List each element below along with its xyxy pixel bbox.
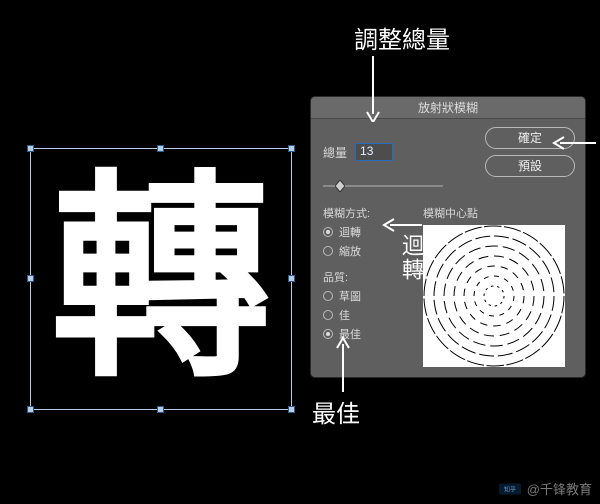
transform-handle-bottom-right[interactable] <box>288 406 295 413</box>
method-zoom-label: 縮放 <box>339 243 361 259</box>
canvas-selection[interactable]: 轉 <box>38 156 284 402</box>
transform-handle-top-left[interactable] <box>27 145 34 152</box>
annotation-adjust-amount: 調整總量 <box>354 20 450 55</box>
annotation-spin-method: 迴轉 <box>395 234 427 282</box>
transform-handle-mid-right[interactable] <box>288 275 295 282</box>
annotation-best-quality: 最佳 <box>312 394 360 429</box>
quality-draft-radio[interactable]: 草圖 <box>323 288 415 304</box>
watermark-author: @千锋教育 <box>527 479 592 498</box>
transform-handle-top-mid[interactable] <box>157 145 164 152</box>
transform-handle-bottom-mid[interactable] <box>157 406 164 413</box>
radio-icon <box>323 291 333 301</box>
quality-good-label: 佳 <box>339 307 350 323</box>
transform-handle-bottom-left[interactable] <box>27 406 34 413</box>
amount-label: 總量 <box>323 144 347 161</box>
blur-center-preview[interactable] <box>423 225 565 367</box>
radio-icon <box>323 329 333 339</box>
arrow-up-icon <box>336 336 350 392</box>
quality-draft-label: 草圖 <box>339 288 361 304</box>
arrow-left-icon <box>552 136 596 150</box>
transform-bounding-box[interactable] <box>30 148 292 410</box>
transform-handle-mid-left[interactable] <box>27 275 34 282</box>
radio-icon <box>323 227 333 237</box>
radio-icon <box>323 310 333 320</box>
arrow-left-icon <box>382 218 422 232</box>
amount-slider-thumb[interactable] <box>335 180 345 192</box>
watermark: 知乎 @千锋教育 <box>499 479 592 498</box>
dialog-title: 放射狀模糊 <box>311 97 585 119</box>
zhihu-logo-icon: 知乎 <box>499 483 521 495</box>
radio-icon <box>323 246 333 256</box>
blur-center-label: 模糊中心點 <box>423 205 575 221</box>
amount-slider[interactable] <box>323 179 443 193</box>
quality-good-radio[interactable]: 佳 <box>323 307 415 323</box>
radial-blur-dialog[interactable]: 放射狀模糊 總量 13 確定 預設 模糊方式: <box>310 96 586 378</box>
preset-button[interactable]: 預設 <box>485 155 575 177</box>
amount-input[interactable]: 13 <box>355 143 393 161</box>
arrow-down-icon <box>365 56 381 122</box>
transform-handle-top-right[interactable] <box>288 145 295 152</box>
method-spin-label: 迴轉 <box>339 224 361 240</box>
